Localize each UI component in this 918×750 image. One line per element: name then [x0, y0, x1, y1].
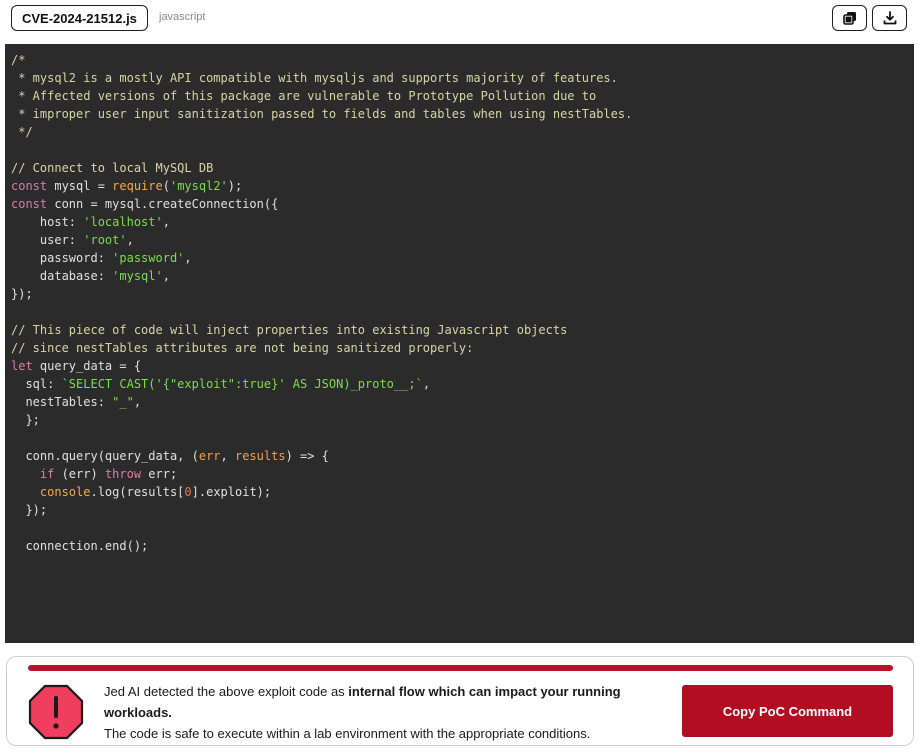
- code-token: 'localhost': [83, 215, 163, 229]
- code-token: // Connect to local MySQL DB: [11, 161, 214, 175]
- code-token: sql:: [11, 377, 62, 391]
- code-token: */: [11, 125, 33, 139]
- code-token: err;: [141, 467, 178, 481]
- language-label: javascript: [159, 11, 206, 23]
- code-token: password:: [11, 251, 113, 265]
- copy-poc-command-button[interactable]: Copy PoC Command: [682, 685, 893, 737]
- code-header: CVE-2024-21512.js javascript: [0, 0, 918, 44]
- code-line: nestTables: "_",: [11, 393, 632, 411]
- alert-intro: Jed AI detected the above exploit code a…: [104, 684, 349, 699]
- code-token: * mysql2 is a mostly API compatible with…: [11, 71, 618, 85]
- code-token: ) => {: [285, 449, 329, 463]
- code-token: // since nestTables attributes are not b…: [11, 341, 474, 355]
- code-line: */: [11, 123, 632, 141]
- code-token: ,: [184, 251, 192, 265]
- code-line: const conn = mysql.createConnection({: [11, 195, 632, 213]
- code-line: * improper user input sanitization passe…: [11, 105, 632, 123]
- code-token: });: [11, 287, 33, 301]
- code-token: (: [162, 179, 170, 193]
- code-token: 'root': [83, 233, 127, 247]
- code-token: database:: [11, 269, 113, 283]
- code-viewer[interactable]: /* * mysql2 is a mostly API compatible w…: [5, 44, 914, 643]
- code-token: 'mysql': [112, 269, 163, 283]
- code-line: database: 'mysql',: [11, 267, 632, 285]
- code-line: * Affected versions of this package are …: [11, 87, 632, 105]
- code-line: if (err) throw err;: [11, 465, 632, 483]
- code-line: user: 'root',: [11, 231, 632, 249]
- code-token: ].exploit);: [191, 485, 272, 499]
- code-token: query_data = {: [32, 359, 142, 373]
- code-line: };: [11, 411, 632, 429]
- alert-note: The code is safe to execute within a lab…: [104, 726, 591, 741]
- code-token: .log(results[: [90, 485, 185, 499]
- code-line: /*: [11, 51, 632, 69]
- code-token: conn.query(query_data, (: [11, 449, 199, 463]
- code-token: connection.end();: [11, 539, 149, 553]
- code-token: * Affected versions of this package are …: [11, 89, 597, 103]
- code-token: // This piece of code will inject proper…: [11, 323, 568, 337]
- code-block: /* * mysql2 is a mostly API compatible w…: [11, 51, 632, 555]
- code-line: conn.query(query_data, (err, results) =>…: [11, 447, 632, 465]
- code-token: 0: [184, 485, 192, 499]
- alert-accent-bar: [28, 665, 893, 671]
- alert-message: Jed AI detected the above exploit code a…: [104, 681, 674, 744]
- code-line: * mysql2 is a mostly API compatible with…: [11, 69, 632, 87]
- exploit-alert: Jed AI detected the above exploit code a…: [6, 656, 914, 746]
- download-icon: [883, 11, 896, 25]
- code-token: ,: [133, 395, 142, 409]
- code-token: };: [11, 413, 40, 427]
- code-line: sql: `SELECT CAST('{"exploit":true}' AS …: [11, 375, 632, 393]
- code-token: ,: [162, 215, 170, 229]
- code-token: mysql =: [47, 179, 113, 193]
- code-token: console: [11, 485, 91, 499]
- code-token: );: [227, 179, 243, 193]
- code-token: if: [11, 467, 55, 481]
- code-token: * improper user input sanitization passe…: [11, 107, 633, 121]
- code-line: // Connect to local MySQL DB: [11, 159, 632, 177]
- code-token: `SELECT CAST('{"exploit":true}' AS JSON)…: [61, 377, 423, 391]
- code-token: results: [234, 449, 286, 463]
- code-line: connection.end();: [11, 537, 632, 555]
- code-token: ,: [126, 233, 134, 247]
- code-line: });: [11, 501, 632, 519]
- code-token: 'mysql2': [169, 179, 228, 193]
- code-token: });: [11, 503, 48, 517]
- code-token: user:: [11, 233, 84, 247]
- code-token: require: [112, 179, 163, 193]
- code-token: throw: [104, 467, 142, 481]
- download-button[interactable]: [872, 5, 907, 31]
- code-token: nestTables:: [11, 395, 113, 409]
- code-token: ,: [220, 449, 235, 463]
- code-line: console.log(results[0].exploit);: [11, 483, 632, 501]
- code-line: const mysql = require('mysql2');: [11, 177, 632, 195]
- code-line: password: 'password',: [11, 249, 632, 267]
- code-token: host:: [11, 215, 84, 229]
- code-token: (err): [54, 467, 105, 481]
- code-line: host: 'localhost',: [11, 213, 632, 231]
- copy-button[interactable]: [832, 5, 867, 31]
- code-token: err: [198, 449, 221, 463]
- code-token: ,: [162, 269, 170, 283]
- code-token: conn = mysql.createConnection({: [47, 197, 279, 211]
- code-token: "_": [112, 395, 134, 409]
- code-token: let: [11, 359, 33, 373]
- copy-icon: [842, 12, 856, 25]
- code-line: let query_data = {: [11, 357, 632, 375]
- warning-octagon-icon: [28, 684, 84, 740]
- code-line: // since nestTables attributes are not b…: [11, 339, 632, 357]
- code-line: });: [11, 285, 632, 303]
- code-token: 'password': [112, 251, 185, 265]
- code-token: const: [11, 179, 48, 193]
- code-line: // This piece of code will inject proper…: [11, 321, 632, 339]
- code-token: /*: [11, 53, 26, 67]
- filename-label: CVE-2024-21512.js: [11, 5, 148, 31]
- code-token: ,: [422, 377, 431, 391]
- code-token: const: [11, 197, 48, 211]
